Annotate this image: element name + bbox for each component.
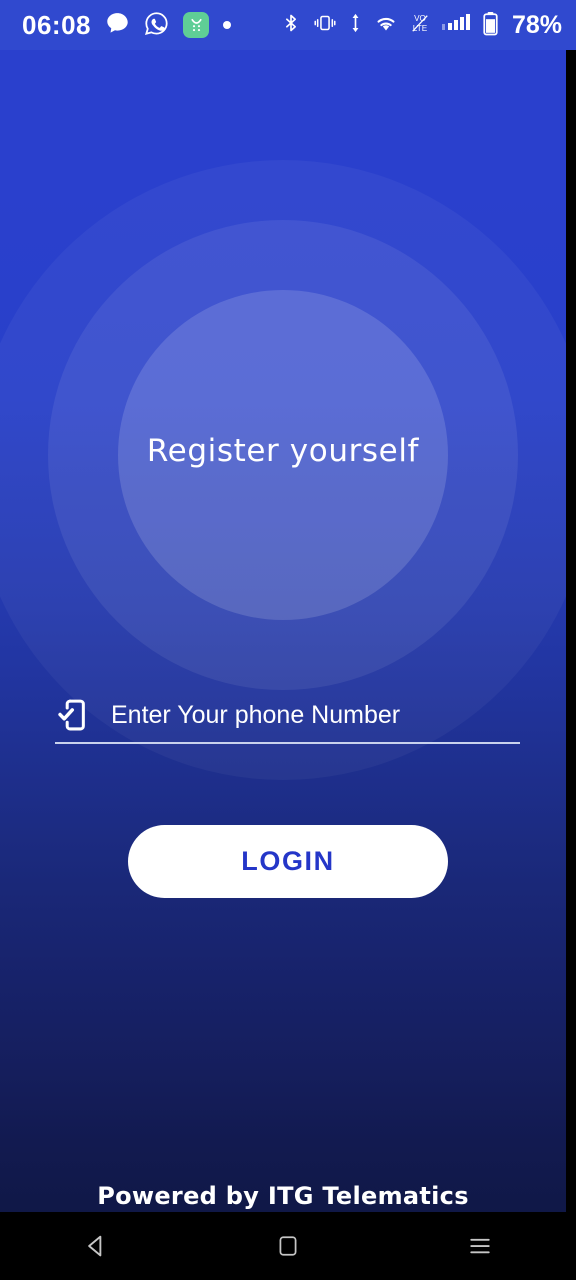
volte-icon: VO LTE	[410, 12, 430, 38]
page-title: Register yourself	[146, 433, 420, 469]
footer-credit-label: Powered by ITG Telematics	[97, 1182, 469, 1210]
bluetooth-icon	[281, 11, 301, 39]
login-screen: Register yourself LOGIN Powered by ITG T…	[0, 50, 566, 1212]
status-bar: 06:08 VO LTE 78%	[0, 0, 576, 50]
nav-recents-button[interactable]	[384, 1212, 576, 1280]
vibrate-icon	[312, 12, 338, 38]
right-edge-strip	[566, 50, 576, 1212]
nav-back-button[interactable]	[0, 1212, 192, 1280]
battery-icon	[482, 11, 499, 40]
login-button[interactable]: LOGIN	[128, 825, 448, 898]
status-bar-right-group: VO LTE 78%	[281, 11, 576, 40]
phone-field-underline	[55, 742, 520, 744]
phone-check-icon	[55, 696, 93, 734]
recents-menu-icon	[470, 1238, 490, 1254]
whatsapp-icon	[144, 11, 169, 40]
notification-dot-icon	[223, 21, 231, 29]
green-app-icon	[183, 12, 209, 38]
phone-number-input[interactable]	[111, 700, 520, 730]
home-square-icon	[279, 1236, 297, 1256]
phone-number-field-row[interactable]	[55, 690, 520, 740]
nav-home-button[interactable]	[192, 1212, 384, 1280]
back-triangle-icon	[88, 1235, 102, 1257]
signal-icon	[441, 12, 471, 38]
android-nav-bar	[0, 1212, 576, 1280]
wifi-icon	[373, 12, 399, 38]
messages-icon	[105, 11, 130, 40]
phone-screen: 06:08 VO LTE 78% Register yourself Enter…	[0, 0, 576, 1280]
status-clock: 06:08	[22, 9, 91, 40]
status-bar-left-group: 06:08	[0, 10, 231, 41]
battery-percent-label: 78%	[511, 10, 562, 39]
data-transfer-icon	[349, 12, 362, 38]
